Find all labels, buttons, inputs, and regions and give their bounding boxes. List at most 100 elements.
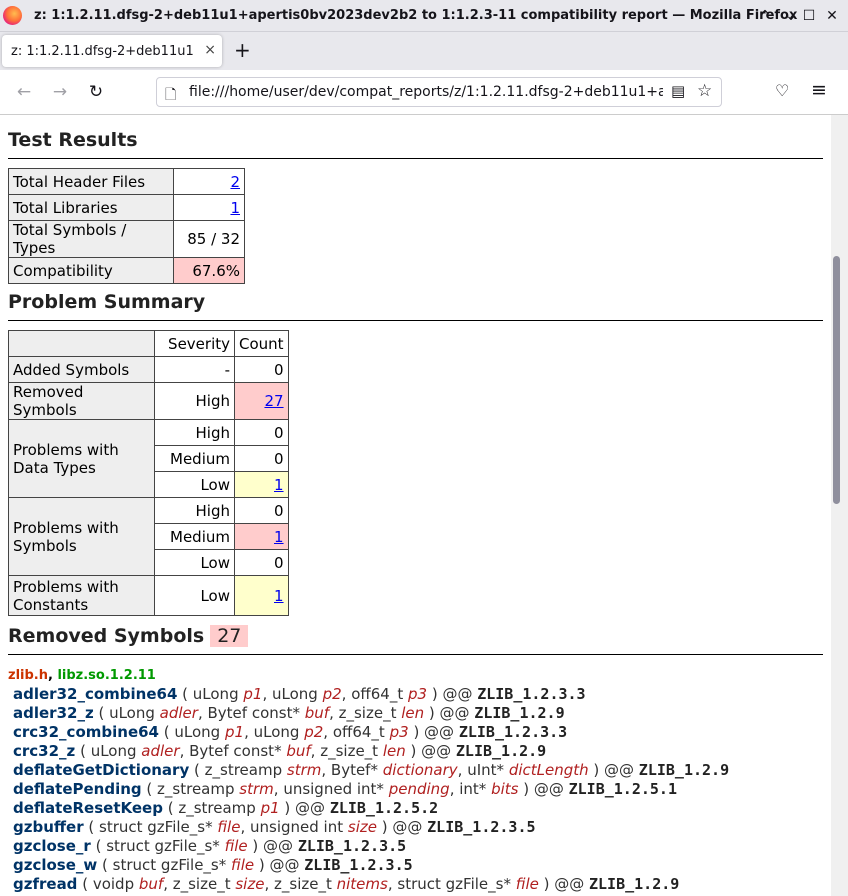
symbol-name[interactable]: crc32_combine64 [13, 723, 159, 741]
symbol-name[interactable]: adler32_z [13, 704, 94, 722]
param-type: struct gzFile_s* [99, 818, 213, 836]
constants-low-link[interactable]: 1 [274, 587, 284, 605]
param-type: Bytef const* [189, 742, 282, 760]
page-content: Test Results Total Header Files 2 Total … [0, 115, 831, 896]
removed-symbol-row[interactable]: adler32_z ( uLong adler, Bytef const* bu… [13, 704, 565, 722]
severity-cell: High [154, 419, 235, 446]
data-types-label: Problems with Data Types [8, 419, 155, 498]
symbol-name[interactable]: deflateResetKeep [13, 799, 163, 817]
problem-summary-table: Severity Count Added Symbols - 0 Removed… [8, 330, 289, 616]
symbol-name[interactable]: gzbuffer [13, 818, 84, 836]
title-bar: z: 1:1.2.11.dfsg-2+deb11u1+apertis0bv202… [0, 0, 848, 32]
symbol-name[interactable]: deflateGetDictionary [13, 761, 189, 779]
count-cell: 1 [234, 523, 289, 550]
compatibility-value: 67.6% [173, 257, 245, 284]
removed-symbol-row[interactable]: gzfread ( voidp buf, z_size_t size, z_si… [13, 875, 679, 893]
pocket-icon[interactable]: ♡ [775, 81, 789, 100]
param-type: z_size_t [320, 742, 379, 760]
severity-cell: - [154, 356, 235, 383]
vertical-scrollbar[interactable] [831, 115, 848, 896]
count-cell: 0 [234, 419, 289, 446]
bookmark-star-icon[interactable]: ☆ [697, 81, 712, 101]
symbol-name[interactable]: crc32_z [13, 742, 75, 760]
param-name: file [515, 875, 539, 893]
table-row: Added Symbols - 0 [8, 356, 289, 383]
removed-symbols-count-badge: 27 [210, 625, 249, 647]
param-name: file [217, 818, 241, 836]
removed-symbol-row[interactable]: deflateResetKeep ( z_streamp p1 ) @@ ZLI… [13, 799, 438, 817]
menu-icon[interactable]: ≡ [811, 79, 827, 101]
data-types-low-link[interactable]: 1 [274, 476, 284, 494]
removed-symbol-row[interactable]: crc32_z ( uLong adler, Bytef const* buf,… [13, 742, 546, 760]
new-tab-button[interactable]: + [234, 39, 251, 61]
removed-symbol-row[interactable]: deflateGetDictionary ( z_streamp strm, B… [13, 761, 729, 779]
forward-button[interactable]: → [48, 80, 72, 104]
removed-symbol-row[interactable]: gzbuffer ( struct gzFile_s* file, unsign… [13, 818, 536, 836]
param-name: p2 [322, 685, 342, 703]
param-name: strm [286, 761, 322, 779]
param-name: p1 [260, 799, 280, 817]
removed-symbol-row[interactable]: gzclose_w ( struct gzFile_s* file ) @@ Z… [13, 856, 413, 874]
symbol-name[interactable]: gzfread [13, 875, 77, 893]
param-type: Bytef const* [207, 704, 300, 722]
symbol-version: ZLIB_1.2.3.5 [304, 856, 413, 874]
symbol-name[interactable]: deflatePending [13, 780, 142, 798]
table-row: Problems with Data Types High 0 [8, 419, 289, 498]
removed-symbol-row[interactable]: gzclose_r ( struct gzFile_s* file ) @@ Z… [13, 837, 406, 855]
removed-symbols-count-link[interactable]: 27 [264, 392, 283, 410]
row-value-cell: 1 [173, 194, 245, 221]
removed-symbols-label: Removed Symbols [8, 382, 155, 420]
row-label: Total Header Files [8, 168, 174, 195]
reader-view-icon[interactable]: ▤ [671, 82, 685, 100]
back-button[interactable]: ← [12, 80, 36, 104]
restore-button[interactable]: ⌄ [781, 6, 801, 26]
count-cell: 1 [234, 471, 289, 498]
param-name: pending [388, 780, 450, 798]
removed-symbols-title: Removed Symbols 27 [8, 625, 823, 647]
param-name: nitems [336, 875, 388, 893]
symbols-medium-link[interactable]: 1 [274, 528, 284, 546]
param-type: struct gzFile_s* [112, 856, 227, 874]
param-type: unsigned int [250, 818, 344, 836]
libraries-link[interactable]: 1 [230, 199, 240, 217]
url-bar[interactable]: 🗋 file:///home/user/dev/compat_reports/z… [156, 77, 722, 107]
minimize-button[interactable]: ⌃ [755, 6, 775, 26]
tab-close-icon[interactable]: × [204, 42, 216, 58]
removed-symbol-row[interactable]: adler32_combine64 ( uLong p1, uLong p2, … [13, 685, 586, 703]
row-label: Compatibility [8, 257, 174, 284]
maximize-button[interactable]: ☐ [799, 6, 819, 26]
param-name: dictionary [382, 761, 458, 779]
symbol-name[interactable]: adler32_combine64 [13, 685, 177, 703]
table-row: Problems with Constants Low 1 [8, 575, 289, 616]
symbol-version: ZLIB_1.2.3.3 [458, 723, 568, 741]
removed-symbols-heading: Removed Symbols [8, 625, 205, 647]
url-input[interactable]: file:///home/user/dev/compat_reports/z/1… [189, 84, 663, 100]
param-name: size [347, 818, 377, 836]
param-type: uLong [253, 723, 300, 741]
tab-active[interactable]: z: 1:1.2.11.dfsg-2+deb11u1 × [2, 35, 222, 67]
table-header-row: Severity Count [8, 330, 289, 357]
param-type: z_size_t [338, 704, 397, 722]
symbol-name[interactable]: gzclose_r [13, 837, 91, 855]
reload-button[interactable]: ↻ [84, 80, 108, 104]
severity-cell: Low [154, 549, 235, 576]
count-cell: 0 [234, 356, 289, 383]
param-name: p3 [389, 723, 409, 741]
param-name: len [401, 704, 425, 722]
symbol-version: ZLIB_1.2.5.1 [568, 780, 677, 798]
param-type: uInt* [467, 761, 505, 779]
removed-symbol-row[interactable]: crc32_combine64 ( uLong p1, uLong p2, of… [13, 723, 567, 741]
severity-cell: High [154, 382, 235, 420]
close-window-button[interactable]: ✕ [822, 6, 842, 26]
symbol-version: ZLIB_1.2.9 [455, 742, 547, 760]
param-name: dictLength [508, 761, 589, 779]
scrollbar-thumb[interactable] [833, 256, 840, 504]
param-name: strm [239, 780, 274, 798]
empty-header [8, 330, 155, 357]
removed-symbol-row[interactable]: deflatePending ( z_streamp strm, unsigne… [13, 780, 677, 798]
param-type: unsigned int* [283, 780, 384, 798]
header-files-link[interactable]: 2 [230, 173, 240, 191]
count-cell: 1 [234, 575, 289, 616]
param-type: z_size_t [172, 875, 231, 893]
symbol-name[interactable]: gzclose_w [13, 856, 97, 874]
